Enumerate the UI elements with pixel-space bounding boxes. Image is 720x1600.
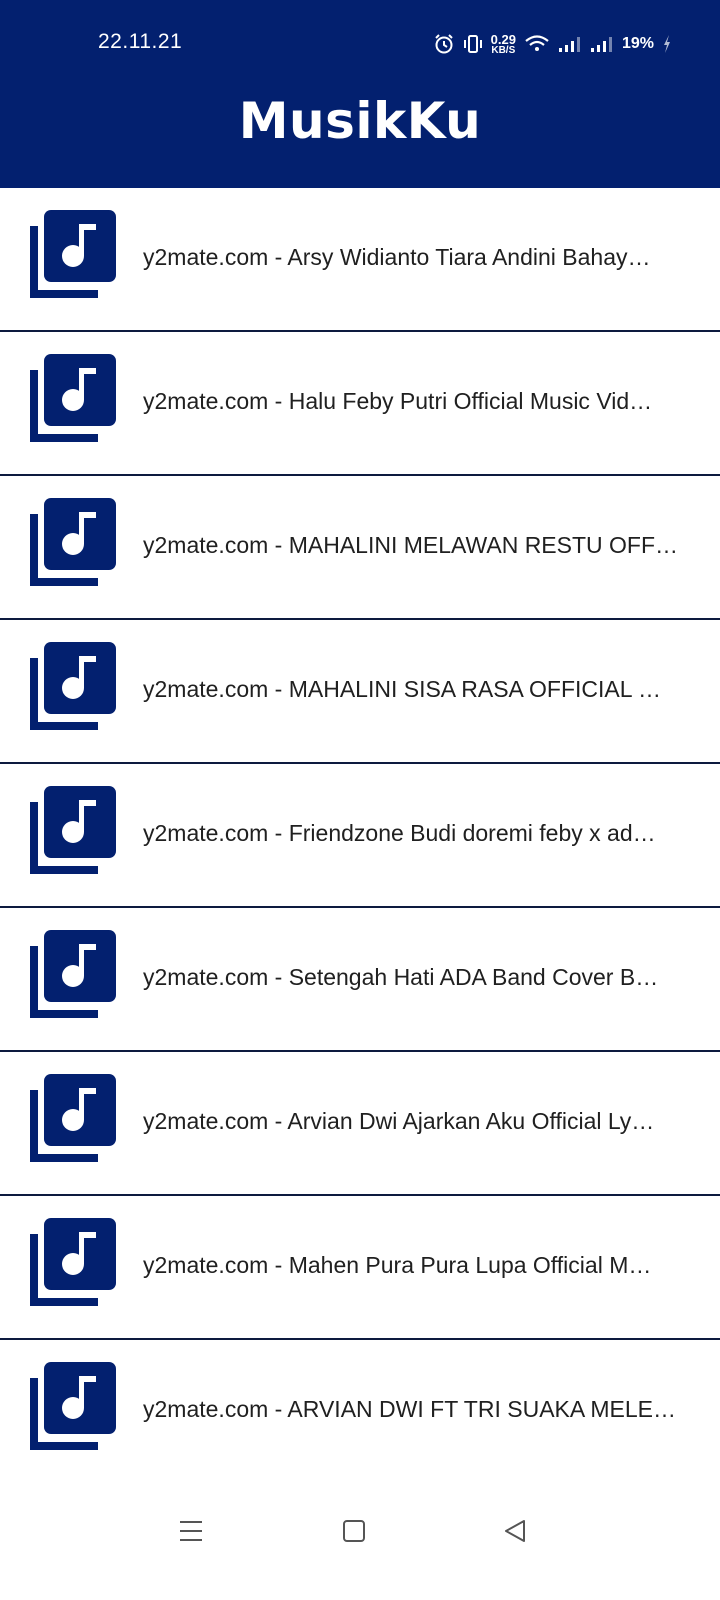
song-title: y2mate.com - ARVIAN DWI FT TRI SUAKA MEL… (143, 1396, 676, 1422)
network-speed-value: 0.29 (490, 31, 516, 47)
song-title: y2mate.com - Halu Feby Putri Official Mu… (143, 388, 653, 414)
song-title: y2mate.com - Mahen Pura Pura Lupa Offici… (143, 1252, 652, 1278)
signal-icon (558, 37, 580, 52)
music-library-icon (26, 1362, 118, 1454)
app-header: 22.11.21 0.29 KB/S 19% MusikKu (0, 0, 720, 188)
network-speed: 0.29 KB/S (491, 33, 516, 56)
status-icons: 0.29 KB/S 19% (433, 28, 672, 60)
wifi-icon (525, 35, 549, 51)
song-title: y2mate.com - MAHALINI MELAWAN RESTU OFF… (143, 532, 679, 558)
network-speed-unit: KB/S (491, 44, 516, 56)
list-item[interactable]: y2mate.com - ARVIAN DWI FT TRI SUAKA MEL… (0, 1340, 720, 1484)
song-list: y2mate.com - Arsy Widianto Tiara Andini … (0, 188, 720, 1484)
list-item[interactable]: y2mate.com - Arsy Widianto Tiara Andini … (0, 188, 720, 332)
song-title: y2mate.com - Friendzone Budi doremi feby… (143, 820, 656, 846)
list-item[interactable]: y2mate.com - Mahen Pura Pura Lupa Offici… (0, 1196, 720, 1340)
home-icon[interactable] (342, 1518, 366, 1549)
list-item[interactable]: y2mate.com - Setengah Hati ADA Band Cove… (0, 908, 720, 1052)
list-item[interactable]: y2mate.com - Friendzone Budi doremi feby… (0, 764, 720, 908)
charging-icon (664, 35, 670, 53)
page-title: MusikKu (238, 92, 482, 150)
music-library-icon (26, 786, 118, 878)
battery-percent: 19% (621, 35, 654, 52)
navigation-bar (0, 1480, 720, 1600)
list-item[interactable]: y2mate.com - Arvian Dwi Ajarkan Aku Offi… (0, 1052, 720, 1196)
list-item[interactable]: y2mate.com - Halu Feby Putri Official Mu… (0, 332, 720, 476)
vibrate-icon (463, 35, 482, 53)
status-time: 22.11.21 (98, 30, 183, 53)
song-title: y2mate.com - MAHALINI SISA RASA OFFICIAL… (143, 676, 662, 702)
music-library-icon (26, 354, 118, 446)
menu-icon[interactable] (178, 1518, 204, 1549)
music-library-icon (26, 210, 118, 302)
list-item[interactable]: y2mate.com - MAHALINI SISA RASA OFFICIAL… (0, 620, 720, 764)
signal-icon (590, 37, 612, 52)
music-library-icon (26, 1074, 118, 1166)
song-title: y2mate.com - Setengah Hati ADA Band Cove… (143, 964, 659, 990)
list-item[interactable]: y2mate.com - MAHALINI MELAWAN RESTU OFF… (0, 476, 720, 620)
music-library-icon (26, 498, 118, 590)
music-library-icon (26, 642, 118, 734)
song-title: y2mate.com - Arvian Dwi Ajarkan Aku Offi… (143, 1108, 655, 1134)
music-library-icon (26, 930, 118, 1022)
back-icon[interactable] (502, 1518, 528, 1549)
status-bar: 22.11.21 0.29 KB/S 19% (0, 0, 720, 88)
alarm-icon (434, 34, 453, 54)
song-title: y2mate.com - Arsy Widianto Tiara Andini … (143, 244, 651, 270)
music-library-icon (26, 1218, 118, 1310)
